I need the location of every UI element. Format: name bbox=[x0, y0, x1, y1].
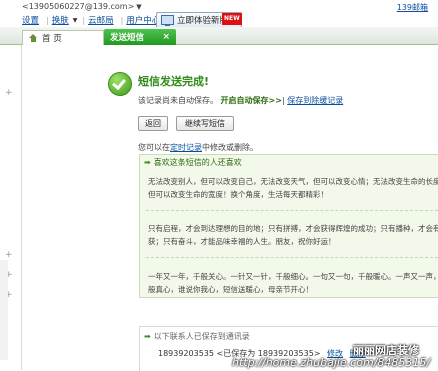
recommended-title: ➡ 喜欢这条短信的人还喜欢 bbox=[144, 157, 242, 168]
contact-number: 18939203535 bbox=[158, 349, 214, 358]
back-button[interactable]: 返回 bbox=[138, 116, 168, 131]
timed-record-notice: 您可以在定时记录中修改或删除。 bbox=[138, 142, 258, 153]
nav-divider: | bbox=[82, 15, 86, 25]
home-icon bbox=[29, 34, 38, 42]
account-email: <13905060227@139.com> bbox=[22, 2, 135, 11]
expand-icon[interactable]: + bbox=[5, 250, 13, 260]
enable-autosave-link[interactable]: 开启自动保存>> bbox=[221, 96, 282, 105]
nav-divider: | bbox=[46, 15, 49, 25]
continue-writing-button[interactable]: 继续写短信 bbox=[176, 116, 234, 131]
new-badge: NEW bbox=[222, 13, 242, 25]
watermark-url: http://home.zhubajie.com/8485315/ bbox=[232, 356, 431, 369]
save-record-link[interactable]: 保存到除缓记录 bbox=[287, 96, 343, 105]
top-nav: 设置 | 换肤 ▼ | 云邮局 | 用户中心 bbox=[22, 14, 164, 27]
saved-contacts-header: ➡ 以下联系人已保存到通讯录 bbox=[144, 331, 250, 342]
timed-prefix: 您可以在 bbox=[138, 143, 170, 152]
recommended-title-text: 喜欢这条短信的人还喜欢 bbox=[153, 158, 242, 167]
nav-divider: | bbox=[120, 15, 124, 25]
autosave-divider: | bbox=[281, 96, 285, 105]
divider bbox=[146, 257, 438, 258]
nav-settings[interactable]: 设置 bbox=[22, 14, 39, 26]
chevron-down-icon[interactable]: ▼ bbox=[73, 17, 78, 24]
nav-skin[interactable]: 换肤 bbox=[52, 14, 69, 26]
close-icon[interactable]: × bbox=[162, 32, 170, 42]
arrow-right-icon: ➡ bbox=[144, 332, 151, 341]
tab-send-sms-label: 发送短信 bbox=[110, 33, 145, 43]
tab-send-sms[interactable]: 发送短信 × bbox=[104, 29, 176, 45]
timed-record-link[interactable]: 定时记录 bbox=[170, 143, 202, 152]
monitor-icon bbox=[161, 15, 174, 26]
success-title: 短信发送完成! bbox=[138, 75, 210, 88]
arrow-right-icon: ➡ bbox=[144, 158, 151, 167]
message-item[interactable]: 只有启程，才会到达理想的目的地；只有拼搏，才会获得辉煌的成功；只有播种，才会有收… bbox=[148, 222, 438, 248]
autosave-text: 该记录尚未自动保存。 bbox=[138, 96, 218, 105]
chevron-down-icon: ▼ bbox=[136, 3, 142, 11]
success-check-icon bbox=[108, 72, 132, 96]
autosave-notice: 该记录尚未自动保存。 开启自动保存>>| 保存到除缓记录 bbox=[138, 95, 343, 106]
tab-home-label: 首 页 bbox=[42, 34, 62, 44]
message-item[interactable]: 无法改变别人，但可以改变自己，无法改变天气，但可以改变心情；无法改变生命的长度，… bbox=[148, 175, 438, 201]
mailbox-link[interactable]: 139邮箱 bbox=[397, 2, 428, 13]
nav-cloud-post[interactable]: 云邮局 bbox=[88, 14, 114, 26]
sidebar-scrollbar[interactable] bbox=[0, 260, 8, 360]
expand-icon[interactable]: + bbox=[5, 88, 13, 98]
message-item[interactable]: 一年又一年，千般关心。一针又一针，千般细心。一句又一句，千般暖心。一声又一声，千… bbox=[148, 270, 438, 296]
account-selector[interactable]: <13905060227@139.com> ▼ bbox=[22, 2, 142, 11]
tab-home[interactable]: 首 页 bbox=[22, 30, 104, 45]
saved-contacts-header-text: 以下联系人已保存到通讯录 bbox=[153, 332, 250, 341]
divider bbox=[146, 210, 438, 211]
try-new-version-label: 立即体验新版 bbox=[177, 16, 229, 26]
timed-suffix: 中修改或删除。 bbox=[202, 143, 258, 152]
